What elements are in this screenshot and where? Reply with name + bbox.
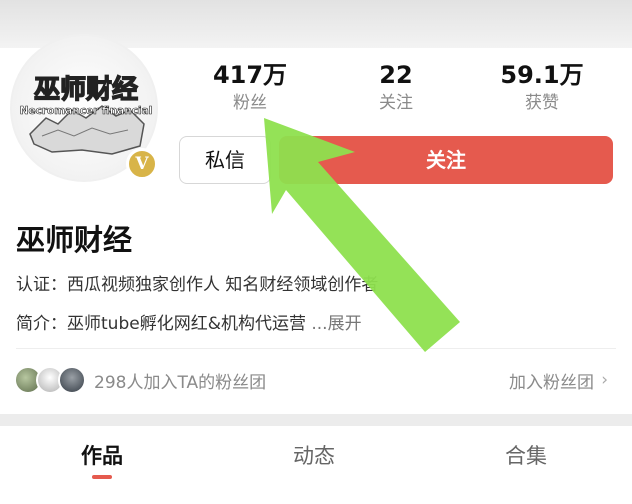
fan-avatar	[58, 366, 86, 394]
certification-text: 认证：西瓜视频独家创作人 知名财经领域创作者	[16, 275, 379, 295]
intro-body: 简介：巫师tube孵化网红&机构代运营	[16, 314, 312, 334]
stat-label: 获赞	[525, 93, 559, 113]
follow-button[interactable]: 关注	[279, 136, 613, 184]
active-tab-indicator	[92, 475, 112, 479]
stat-likes[interactable]: 59.1万 获赞	[482, 60, 602, 114]
fan-group-count: 298人加入TA的粉丝团	[94, 373, 267, 393]
message-button[interactable]: 私信	[179, 136, 271, 184]
stat-value: 417万	[212, 61, 288, 89]
stat-value: 22	[379, 61, 413, 89]
profile-page: 巫师财经 Necromancer financial V 417万 粉丝 22 …	[0, 0, 632, 504]
tab-dynamics[interactable]: 动态	[244, 440, 384, 470]
divider	[16, 348, 616, 349]
verified-v-icon: V	[126, 148, 158, 180]
avatar-subtitle: Necromancer financial	[20, 105, 153, 117]
expand-link[interactable]: ...展开	[311, 314, 361, 334]
stat-fans[interactable]: 417万 粉丝	[190, 60, 310, 114]
stat-label: 粉丝	[233, 93, 267, 113]
join-fan-group-link[interactable]: 加入粉丝团	[509, 368, 594, 393]
stat-value: 59.1万	[500, 61, 584, 89]
stat-label: 关注	[379, 93, 413, 113]
chevron-right-icon[interactable]: ›	[601, 370, 608, 390]
tab-works[interactable]: 作品	[32, 440, 172, 470]
intro-text: 简介：巫师tube孵化网红&机构代运营 ...展开	[16, 309, 362, 334]
fan-avatars[interactable]	[14, 366, 90, 396]
avatar-title: 巫师财经	[34, 74, 138, 105]
tab-collection[interactable]: 合集	[456, 440, 596, 470]
profile-name: 巫师财经	[16, 223, 133, 257]
stat-following[interactable]: 22 关注	[336, 60, 456, 114]
